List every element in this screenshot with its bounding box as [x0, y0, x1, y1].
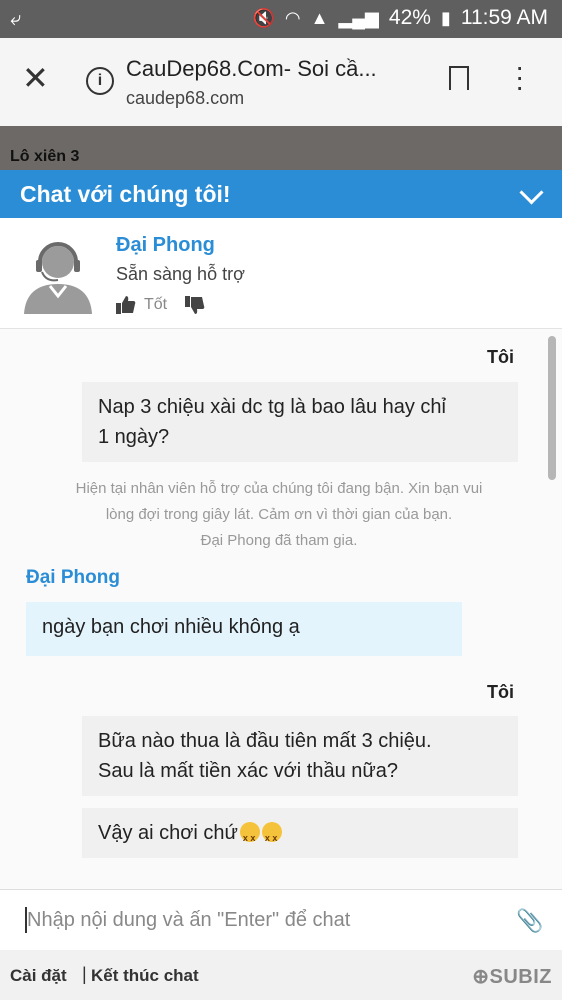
chat-title: Chat với chúng tôi! — [20, 181, 231, 207]
my-message: Bữa nào thua là đầu tiên mất 3 chiệu. Sa… — [82, 716, 518, 796]
message-line: Nap 3 chiệu xài dc tg là bao lâu hay chỉ — [98, 396, 446, 418]
input-placeholder[interactable]: Nhập nội dung và ấn "Enter" để chat — [27, 909, 350, 932]
agent-status: Sẵn sàng hỗ trợ — [116, 264, 245, 284]
info-icon[interactable]: i — [86, 67, 114, 95]
my-message: Nap 3 chiệu xài dc tg là bao lâu hay chỉ… — [82, 382, 518, 462]
system-line: Hiện tại nhân viên hỗ trợ của chúng tôi … — [75, 480, 483, 497]
message-text: ngày bạn chơi nhiều không ạ — [42, 616, 300, 638]
more-menu-icon[interactable]: · · · — [515, 53, 524, 101]
background-heading: Lô xiên 3 — [10, 148, 80, 165]
joined-notice: Đại Phong đã tham gia. — [200, 532, 358, 549]
missed-call-icon: ⤶ — [10, 8, 22, 30]
thumbs-down-icon[interactable] — [185, 296, 205, 314]
tired-face-emoji-icon — [239, 822, 260, 853]
paperclip-icon[interactable]: 📎 — [516, 908, 543, 934]
message-input[interactable]: Nhập nội dung và ấn "Enter" để chat 📎 — [0, 889, 562, 950]
chat-header[interactable]: Chat với chúng tôi! — [0, 170, 562, 218]
tired-face-emoji-icon — [261, 822, 282, 853]
footer-separator: | — [82, 964, 87, 984]
chevron-down-icon[interactable] — [519, 180, 544, 205]
chat-footer: Cài đặt | Kết thúc chat ⊕SUBIZ — [0, 950, 562, 1000]
thumbs-up-icon[interactable] — [116, 296, 136, 314]
system-line: lòng đợi trong giây lát. Cảm ơn vì thời … — [105, 506, 453, 523]
my-message: Vậy ai chơi chứ — [82, 808, 518, 858]
background-page: Lô xiên 3 — [0, 126, 562, 170]
data-icon: ▲ — [310, 7, 329, 28]
agent-name: Đại Phong — [116, 234, 215, 256]
message-line: 1 ngày? — [98, 426, 170, 448]
page-title: CauDep68.Com- Soi cầ... — [126, 56, 377, 81]
end-chat-link[interactable]: Kết thúc chat — [91, 966, 199, 986]
status-right: 🔇 ◠ ▲ ▂▄▆ 42% ▮ 11:59 AM — [252, 6, 548, 30]
battery-text: 42% — [388, 6, 431, 29]
settings-link[interactable]: Cài đặt — [10, 966, 67, 986]
message-text: Vậy ai chơi chứ — [98, 822, 238, 844]
agent-message: ngày bạn chơi nhiều không ạ — [26, 602, 462, 656]
agent-label: Đại Phong — [26, 567, 120, 588]
bookmark-icon[interactable] — [449, 66, 469, 92]
battery-icon: ▮ — [440, 7, 451, 28]
close-icon[interactable]: ✕ — [22, 62, 49, 94]
clock: 11:59 AM — [460, 6, 548, 29]
message-line: Sau là mất tiền xác với thầu nữa? — [98, 760, 398, 782]
mute-icon: 🔇 — [252, 7, 275, 28]
my-label: Tôi — [487, 347, 514, 367]
signal-icon: ▂▄▆ — [338, 7, 379, 28]
scrollbar[interactable] — [548, 336, 556, 480]
message-line: Bữa nào thua là đầu tiên mất 3 chiệu. — [98, 730, 432, 752]
status-bar: ⤶ 🔇 ◠ ▲ ▂▄▆ 42% ▮ 11:59 AM — [0, 0, 562, 38]
brand-logo[interactable]: ⊕SUBIZ — [472, 964, 552, 989]
agent-card: Đại Phong Sẵn sàng hỗ trợ Tốt — [0, 218, 562, 329]
page-url[interactable]: caudep68.com — [126, 88, 244, 109]
rate-good-label[interactable]: Tốt — [144, 296, 167, 314]
system-notice: Hiện tại nhân viên hỗ trợ của chúng tôi … — [14, 476, 544, 528]
browser-toolbar: ✕ i CauDep68.Com- Soi cầ... caudep68.com… — [0, 38, 562, 127]
rating: Tốt — [116, 296, 205, 314]
brand-text: SUBIZ — [489, 966, 552, 988]
wifi-icon: ◠ — [284, 7, 301, 28]
agent-avatar — [24, 242, 92, 314]
my-label: Tôi — [487, 682, 514, 702]
